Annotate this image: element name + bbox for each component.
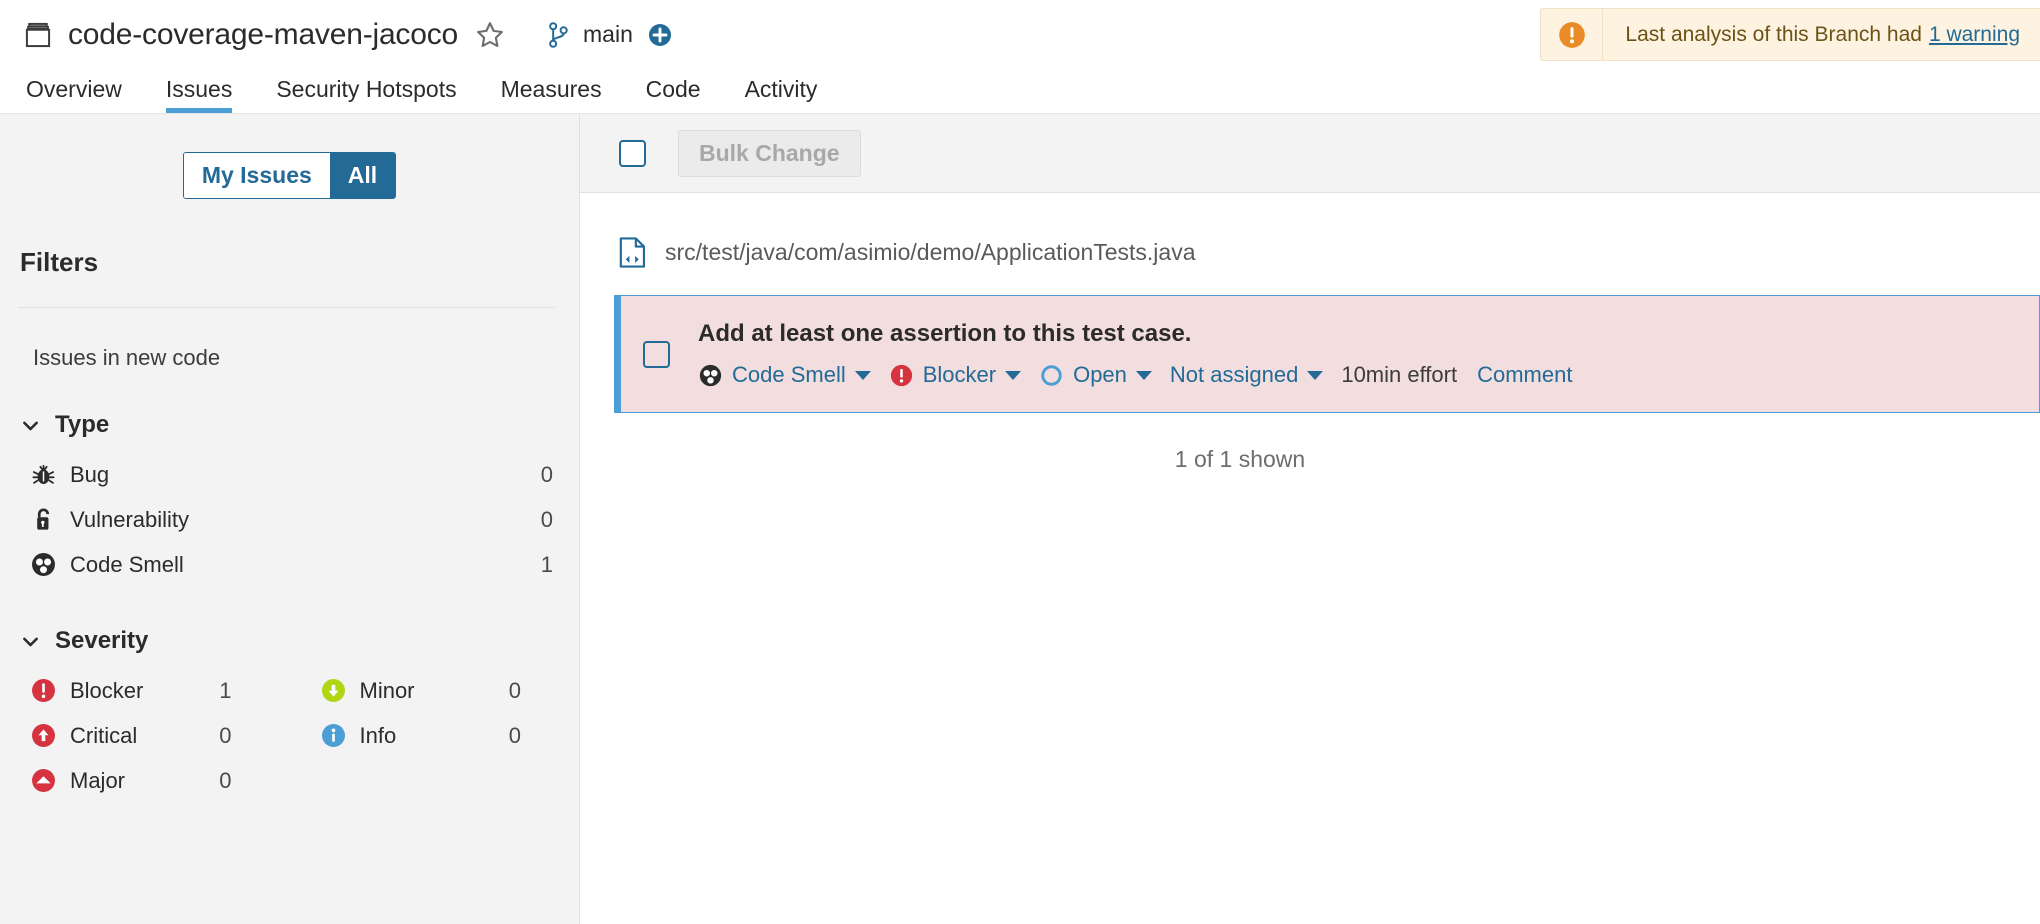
tab-issues[interactable]: Issues: [165, 76, 233, 113]
issue-comment-link[interactable]: Comment: [1477, 362, 1572, 388]
facet-count-critical: 0: [219, 722, 232, 748]
facet-header-type[interactable]: Type: [0, 371, 579, 439]
main-navigation-tabs: Overview Issues Security Hotspots Measur…: [0, 69, 2040, 114]
facet-count-blocker: 1: [219, 677, 232, 703]
sonarqube-issues-page: code-coverage-maven-jacoco main Last ana…: [0, 0, 2040, 924]
branch-name: main: [583, 21, 633, 47]
facet-item-minor[interactable]: Minor 0: [290, 668, 580, 713]
warning-exclamation-icon: [1559, 21, 1585, 48]
chevron-down-icon: [1307, 370, 1324, 380]
warning-count-link[interactable]: 1 warning: [1929, 23, 2020, 47]
facet-label-code-smell: Code Smell: [70, 551, 184, 577]
issue-status-selector[interactable]: Open: [1039, 362, 1152, 388]
chevron-down-icon: [1005, 370, 1022, 380]
issues-in-new-code-filter[interactable]: Issues in new code: [0, 308, 579, 371]
severity-major-icon: [32, 769, 55, 792]
facet-list-severity: Blocker 1 Minor 0 Critical 0 Info 0 Majo…: [0, 655, 579, 803]
issue-type-label: Code Smell: [732, 362, 846, 387]
facet-count-minor: 0: [508, 677, 521, 703]
filters-heading: Filters: [20, 247, 99, 277]
tab-code[interactable]: Code: [646, 76, 701, 113]
chevron-down-icon: [23, 637, 38, 646]
facet-item-critical[interactable]: Critical 0: [0, 713, 290, 758]
star-outline-icon[interactable]: [475, 20, 505, 50]
issue-file-row: src/test/java/com/asimio/demo/Applicatio…: [580, 193, 2040, 268]
tab-measures[interactable]: Measures: [501, 76, 602, 113]
issue-status-label: Open: [1073, 362, 1127, 387]
facet-title-type: Type: [55, 411, 110, 438]
chevron-down-icon: [23, 421, 38, 430]
code-smell-icon: [699, 364, 722, 386]
issues-scope-toggle-row: My Issues All: [0, 114, 579, 199]
facet-list-type: Bug 0 Vulnerability 0 Code Smell 1: [0, 439, 579, 587]
facet-item-blocker[interactable]: Blocker 1: [0, 668, 290, 713]
facet-label-blocker: Blocker: [70, 677, 144, 703]
issue-assignee-label: Not assigned: [1169, 362, 1299, 387]
analysis-warning-banner: Last analysis of this Branch had 1 warni…: [1540, 8, 2040, 61]
issue-meta-row: Code Smell Blocker Open Not assigned 10m…: [698, 362, 1572, 388]
facet-label-minor: Minor: [359, 677, 415, 703]
issues-scope-toggle: My Issues All: [182, 152, 397, 199]
facet-count-bug: 0: [540, 461, 553, 487]
issue-file-path[interactable]: src/test/java/com/asimio/demo/Applicatio…: [665, 239, 1196, 266]
bug-icon: [32, 464, 55, 484]
issue-effort: 10min effort: [1341, 362, 1458, 387]
facet-count-vulnerability: 0: [540, 506, 553, 532]
issues-main-panel: Bulk Change src/test/java/com/asimio/dem…: [580, 114, 2040, 924]
issue-assignee-selector[interactable]: Not assigned: [1169, 362, 1324, 388]
issue-card[interactable]: Add at least one assertion to this test …: [614, 295, 2040, 413]
facet-count-code-smell: 1: [540, 551, 553, 577]
plus-circle-icon[interactable]: [648, 23, 672, 47]
issue-severity-selector[interactable]: Blocker: [889, 362, 1022, 388]
warning-icon-cell: [1541, 9, 1604, 60]
facet-label-bug: Bug: [70, 461, 110, 487]
facet-title-severity: Severity: [55, 627, 149, 654]
select-all-checkbox[interactable]: [619, 139, 646, 167]
code-smell-icon: [32, 553, 55, 576]
warning-message: Last analysis of this Branch had: [1625, 22, 1922, 46]
page-title: code-coverage-maven-jacoco: [68, 17, 459, 51]
facet-label-vulnerability: Vulnerability: [70, 506, 190, 532]
facet-count-info: 0: [508, 722, 521, 748]
facet-label-major: Major: [70, 767, 126, 793]
severity-critical-icon: [32, 724, 55, 747]
lock-icon: [37, 508, 50, 530]
facet-label-info: Info: [359, 722, 397, 748]
tab-activity[interactable]: Activity: [745, 76, 818, 113]
issues-shown-count: 1 of 1 shown: [1174, 446, 1306, 472]
facet-label-critical: Critical: [70, 722, 138, 748]
issue-checkbox[interactable]: [643, 340, 670, 368]
facet-item-vulnerability[interactable]: Vulnerability 0: [0, 497, 579, 542]
source-file-icon: [619, 237, 646, 268]
severity-blocker-icon: [890, 364, 912, 386]
issue-message[interactable]: Add at least one assertion to this test …: [698, 320, 1572, 348]
chevron-down-icon: [854, 370, 871, 380]
facet-item-bug[interactable]: Bug 0: [0, 452, 579, 497]
facet-item-major[interactable]: Major 0: [0, 758, 290, 803]
warning-text: Last analysis of this Branch had 1 warni…: [1603, 9, 2040, 60]
chevron-down-icon: [1135, 370, 1152, 380]
facet-header-severity[interactable]: Severity: [0, 587, 579, 655]
severity-info-icon: [321, 724, 345, 747]
branch-icon: [549, 21, 568, 48]
page-body: My Issues All Filters Issues in new code…: [0, 114, 2040, 924]
project-header: code-coverage-maven-jacoco main Last ana…: [0, 0, 2040, 69]
status-open-icon: [1041, 364, 1062, 386]
tab-overview[interactable]: Overview: [26, 76, 122, 113]
filters-sidebar: My Issues All Filters Issues in new code…: [0, 114, 580, 924]
facet-item-code-smell[interactable]: Code Smell 1: [0, 542, 579, 587]
issue-card-body: Add at least one assertion to this test …: [698, 320, 1572, 388]
archive-box-icon: [25, 22, 51, 47]
facet-item-info[interactable]: Info 0: [290, 713, 580, 758]
issue-type-selector[interactable]: Code Smell: [698, 362, 871, 388]
facet-count-major: 0: [219, 767, 232, 793]
bulk-change-button[interactable]: Bulk Change: [678, 129, 861, 177]
all-issues-button[interactable]: All: [329, 153, 396, 198]
my-issues-button[interactable]: My Issues: [183, 153, 330, 198]
severity-blocker-icon: [32, 679, 55, 702]
tab-security-hotspots[interactable]: Security Hotspots: [276, 76, 456, 113]
issues-toolbar: Bulk Change: [580, 114, 2040, 193]
severity-minor-icon: [321, 679, 345, 702]
issue-severity-label: Blocker: [922, 362, 997, 387]
